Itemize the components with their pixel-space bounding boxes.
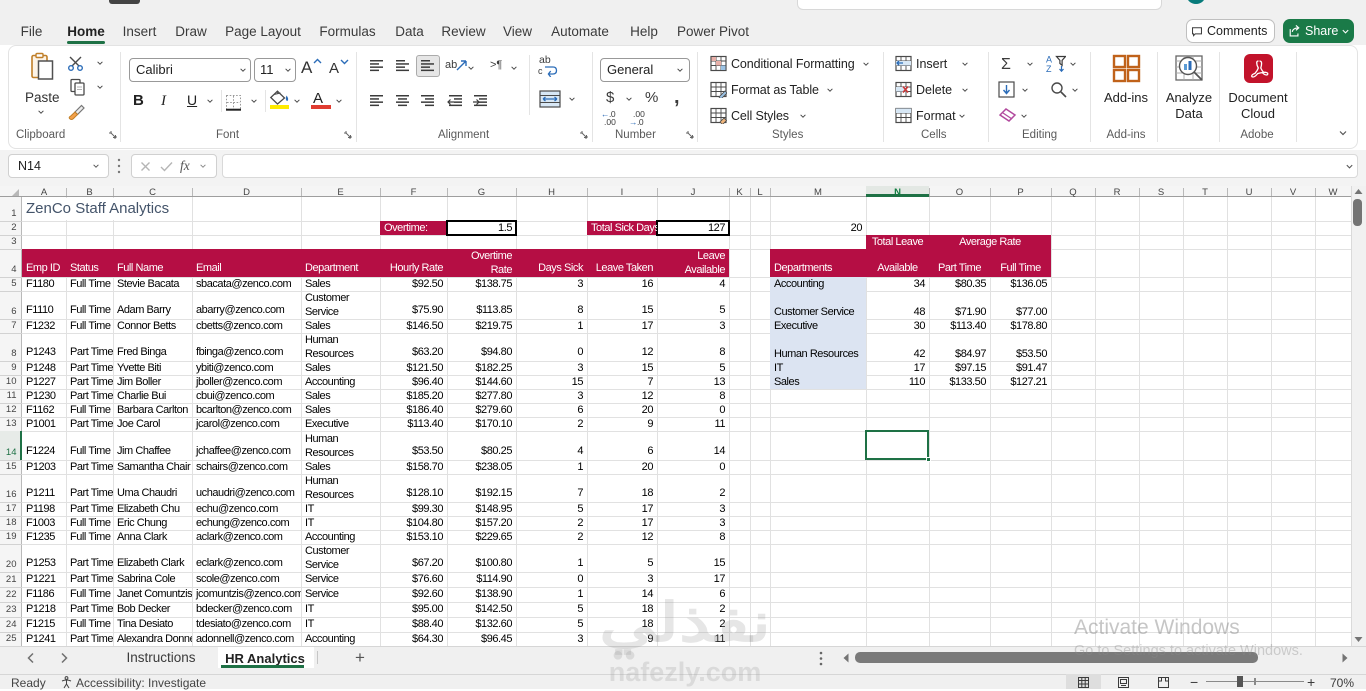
- svg-text:A: A: [1046, 55, 1052, 65]
- svg-text:Z: Z: [1046, 64, 1052, 73]
- svg-text:c: c: [538, 66, 543, 76]
